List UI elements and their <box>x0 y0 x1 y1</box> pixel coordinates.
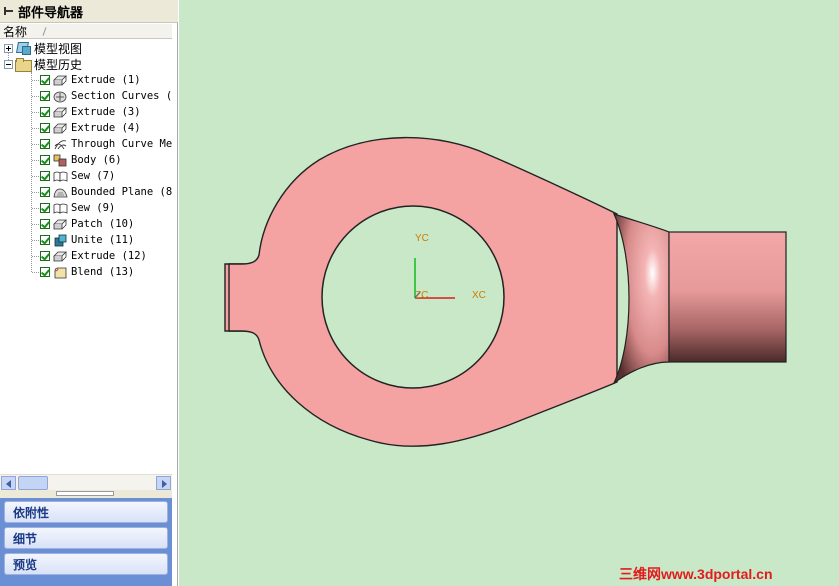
feature-label: Extrude (4) <box>71 122 141 134</box>
feature-unite-11[interactable]: Unite (11) <box>32 232 134 248</box>
column-sort-indicator <box>42 27 47 36</box>
visibility-checkbox[interactable] <box>40 107 50 117</box>
unite-icon <box>53 234 68 247</box>
visibility-checkbox[interactable] <box>40 219 50 229</box>
visibility-checkbox[interactable] <box>40 171 50 181</box>
part-navigator-panel: 部件导航器 名称 模型视图 模型历史 Extrude (1) Section C… <box>0 0 178 586</box>
feature-label: Unite (11) <box>71 234 135 246</box>
feature-label: Section Curves (2 <box>71 90 172 102</box>
extrude-icon <box>53 122 68 135</box>
bounded-plane-icon <box>53 186 68 199</box>
feature-label: Sew (7) <box>71 170 116 182</box>
sew-icon <box>53 170 68 183</box>
navigator-title: 部件导航器 <box>18 4 84 20</box>
pin-icon[interactable] <box>3 5 15 17</box>
axis-label-zc: ZC <box>415 290 429 301</box>
visibility-checkbox[interactable] <box>40 75 50 85</box>
model-views-icon <box>15 41 31 55</box>
visibility-checkbox[interactable] <box>40 155 50 165</box>
axis-label-yc: YC <box>415 233 429 244</box>
visibility-checkbox[interactable] <box>40 91 50 101</box>
extrude-icon <box>53 74 68 87</box>
feature-through-curve-mesh-5[interactable]: Through Curve Me. <box>32 136 172 152</box>
section-dependencies[interactable]: 依附性 <box>4 501 168 523</box>
feature-label: Blend (13) <box>71 266 135 278</box>
visibility-checkbox[interactable] <box>40 251 50 261</box>
tree-item-model-history[interactable]: 模型历史 <box>4 56 82 72</box>
feature-tree: 模型视图 模型历史 Extrude (1) Section Curves (2 … <box>0 40 172 472</box>
feature-extrude-1[interactable]: Extrude (1) <box>32 72 141 88</box>
visibility-checkbox[interactable] <box>40 235 50 245</box>
sew-icon <box>53 202 68 215</box>
visibility-checkbox[interactable] <box>40 203 50 213</box>
feature-bounded-plane-8[interactable]: Bounded Plane (8) <box>32 184 172 200</box>
collapse-icon[interactable] <box>4 59 13 69</box>
visibility-checkbox[interactable] <box>40 139 50 149</box>
axis-label-xc: XC <box>472 290 486 301</box>
extrude-icon <box>53 250 68 263</box>
part-model-view <box>224 136 787 447</box>
feature-label: Bounded Plane (8) <box>71 186 172 198</box>
navigator-sections: 依附性 细节 预览 <box>0 498 172 586</box>
feature-extrude-3[interactable]: Extrude (3) <box>32 104 141 120</box>
feature-label: Sew (9) <box>71 202 116 214</box>
feature-blend-13[interactable]: Blend (13) <box>32 264 134 280</box>
panel-splitter[interactable] <box>0 490 172 498</box>
scroll-left-button[interactable] <box>1 476 16 490</box>
feature-sew-9[interactable]: Sew (9) <box>32 200 115 216</box>
feature-section-curves-2[interactable]: Section Curves (2 <box>32 88 172 104</box>
column-header-label: 名称 <box>3 24 28 39</box>
scroll-right-button[interactable] <box>156 476 171 490</box>
column-header-name[interactable]: 名称 <box>0 24 172 39</box>
tree-item-model-views[interactable]: 模型视图 <box>4 40 82 56</box>
graphics-viewport[interactable]: YC XC ZC 三维网www.3dportal.cn <box>179 0 839 586</box>
section-details[interactable]: 细节 <box>4 527 168 549</box>
feature-label: Extrude (3) <box>71 106 141 118</box>
watermark-text: 三维网www.3dportal.cn <box>619 566 773 582</box>
feature-extrude-4[interactable]: Extrude (4) <box>32 120 141 136</box>
expand-icon[interactable] <box>4 43 13 53</box>
tree-item-label: 模型视图 <box>34 41 83 56</box>
navigator-title-bar: 部件导航器 <box>0 0 178 23</box>
feature-patch-10[interactable]: Patch (10) <box>32 216 134 232</box>
part-neck <box>612 213 670 384</box>
visibility-checkbox[interactable] <box>40 267 50 277</box>
patch-icon <box>53 218 68 231</box>
extrude-icon <box>53 106 68 119</box>
feature-label: Extrude (12) <box>71 250 147 262</box>
feature-body-6[interactable]: Body (6) <box>32 152 122 168</box>
feature-sew-7[interactable]: Sew (7) <box>32 168 115 184</box>
horizontal-scrollbar[interactable] <box>0 474 172 490</box>
section-curves-icon <box>53 90 68 103</box>
visibility-checkbox[interactable] <box>40 123 50 133</box>
feature-label: Through Curve Me. <box>71 138 172 150</box>
tree-item-label: 模型历史 <box>34 57 83 72</box>
scroll-thumb[interactable] <box>18 476 48 490</box>
feature-label: Patch (10) <box>71 218 135 230</box>
part-cylinder <box>668 231 787 363</box>
feature-extrude-12[interactable]: Extrude (12) <box>32 248 147 264</box>
visibility-checkbox[interactable] <box>40 187 50 197</box>
through-curve-mesh-icon <box>53 138 68 151</box>
body-icon <box>53 154 68 167</box>
feature-label: Extrude (1) <box>71 74 141 86</box>
section-preview[interactable]: 预览 <box>4 553 168 575</box>
splitter-grip[interactable] <box>56 491 114 496</box>
open-folder-icon <box>15 58 32 72</box>
feature-label: Body (6) <box>71 154 122 166</box>
blend-icon <box>53 266 68 279</box>
